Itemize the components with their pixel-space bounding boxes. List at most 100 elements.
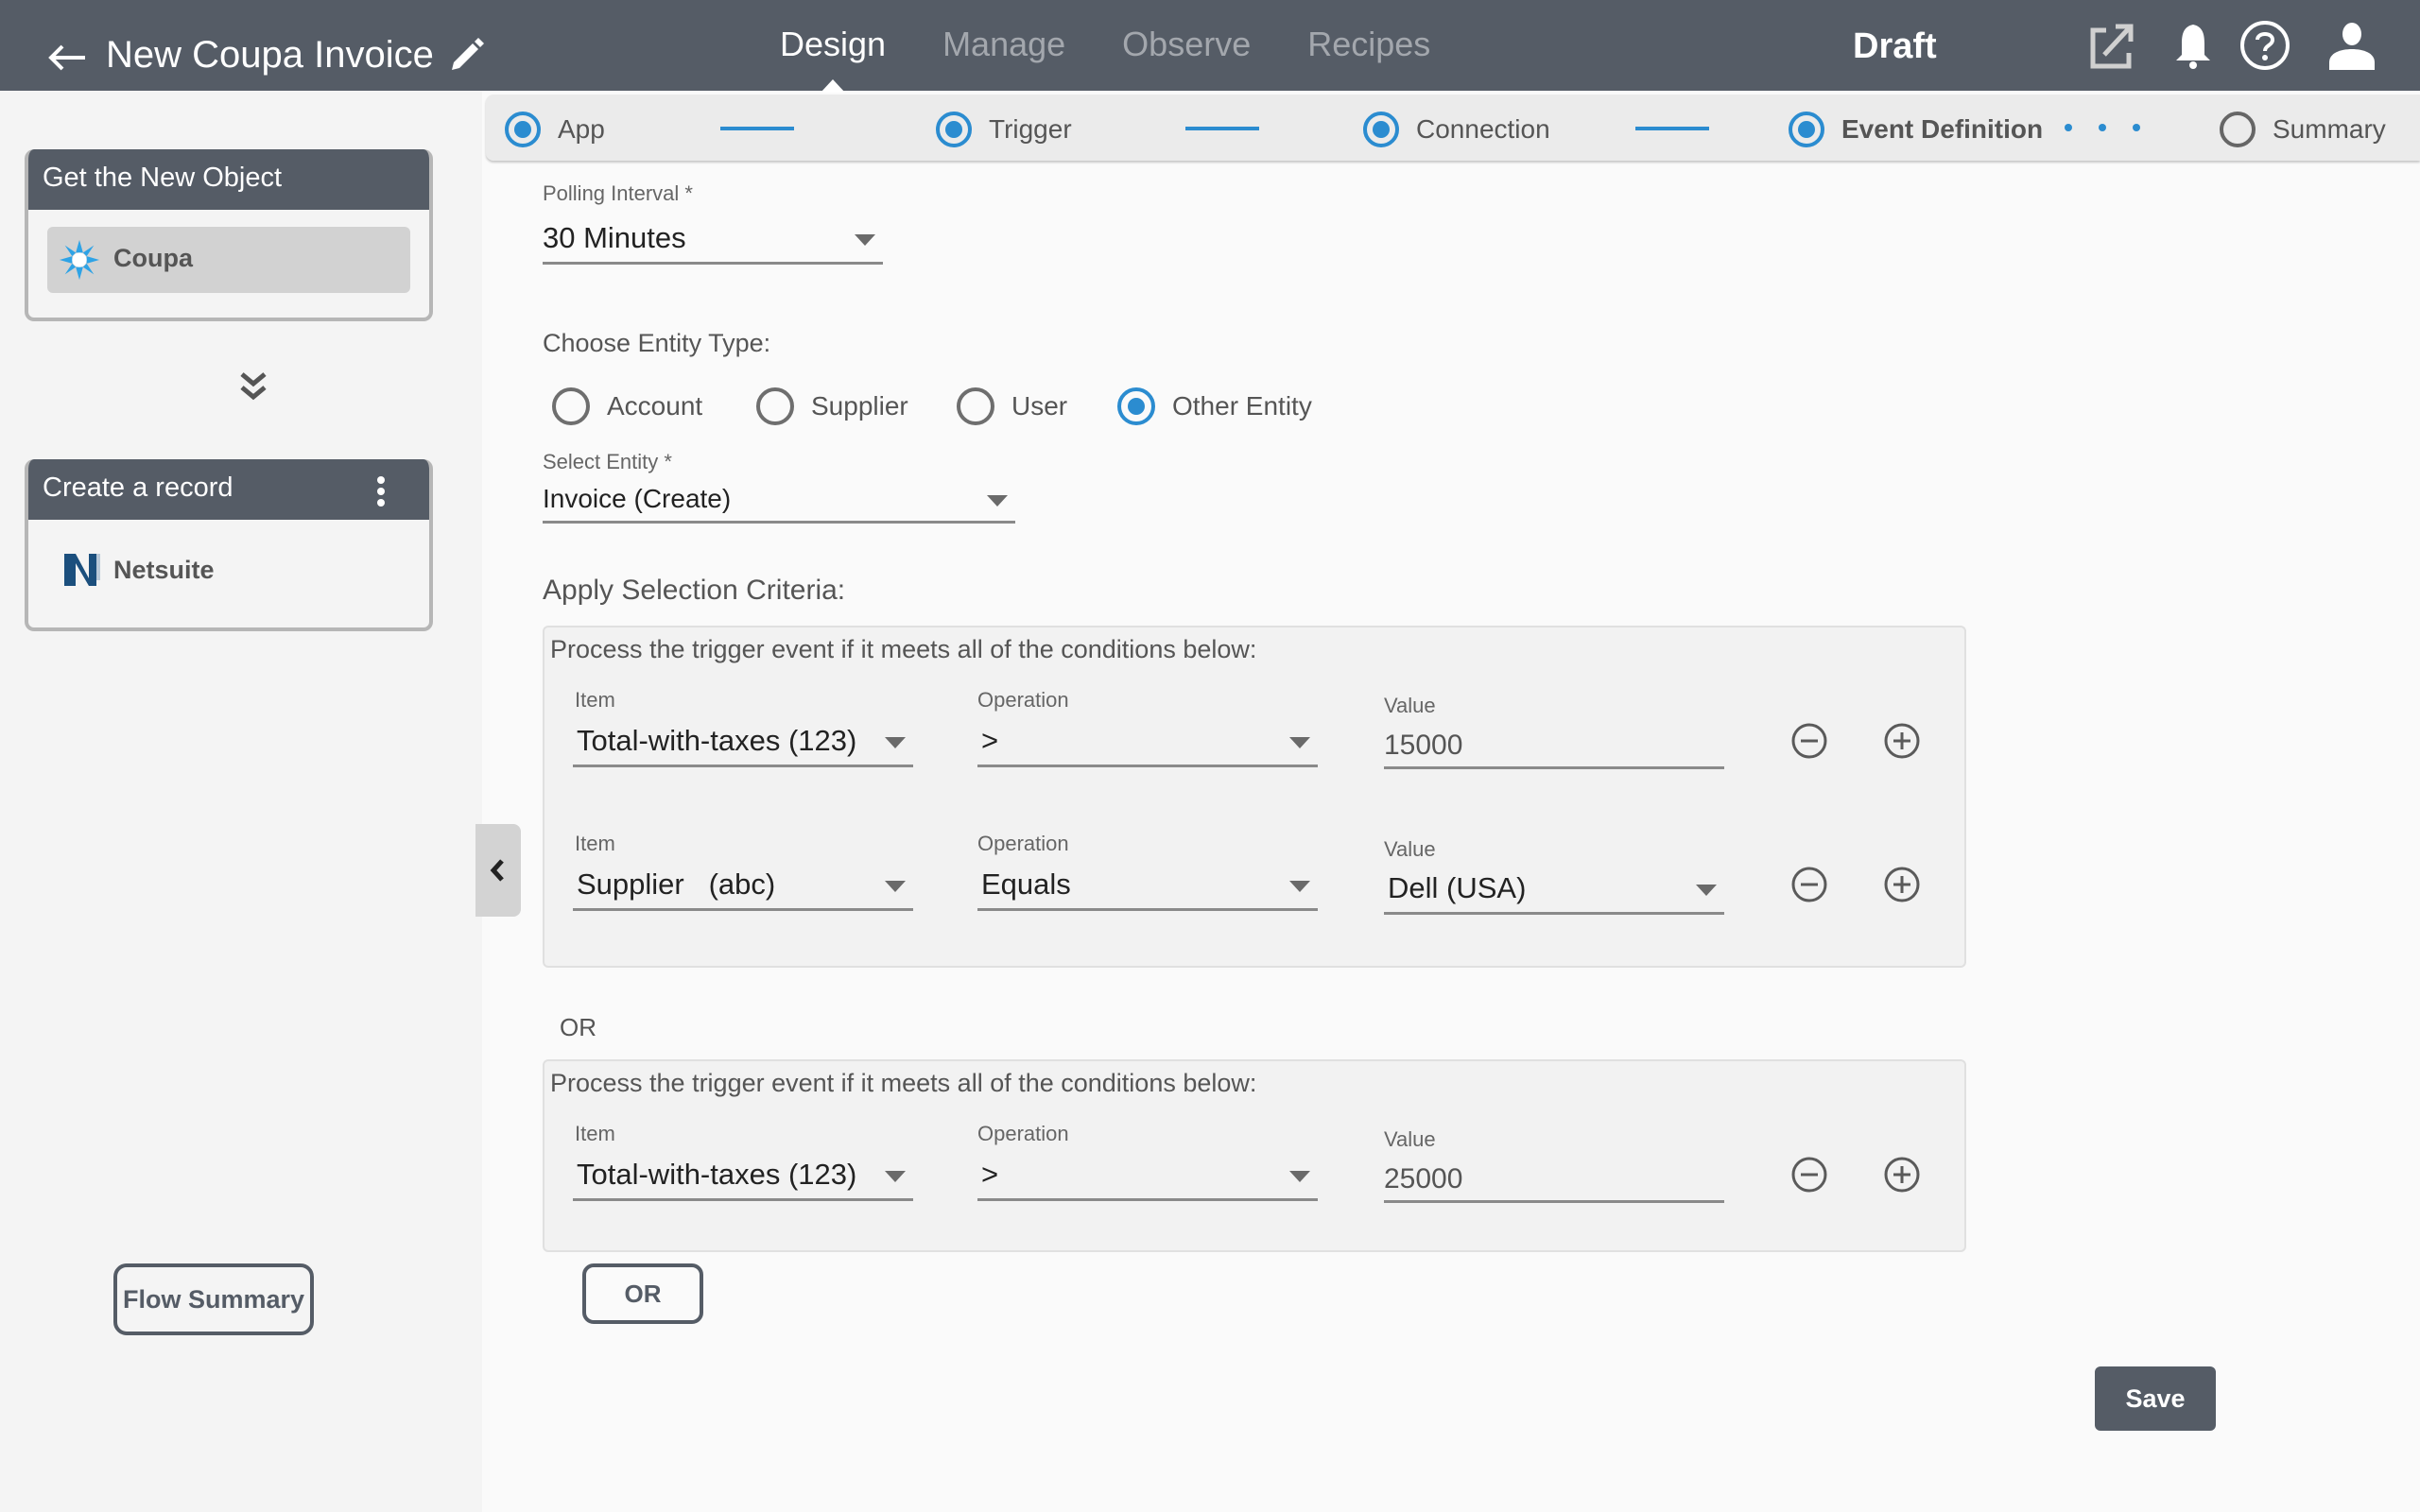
criteria-label: Apply Selection Criteria: (543, 575, 846, 606)
add-condition-icon[interactable] (1883, 866, 1921, 903)
tab-observe[interactable]: Observe (1122, 25, 1251, 64)
item-value: Total-with-taxes (123) (577, 724, 857, 757)
step-label: App (558, 114, 605, 144)
polling-interval-select[interactable]: 30 Minutes (543, 215, 883, 265)
value-text: 25000 (1384, 1163, 1463, 1194)
value-input[interactable]: 25000 (1384, 1156, 1724, 1203)
collapse-sidebar-button[interactable] (475, 824, 521, 917)
main-nav: Design Manage Observe Recipes (780, 25, 1430, 93)
add-or-group-button[interactable]: OR (582, 1263, 703, 1324)
radio-label: User (1011, 391, 1068, 421)
polling-interval-label: Polling Interval * (543, 181, 693, 205)
add-condition-icon[interactable] (1883, 1156, 1921, 1194)
help-icon[interactable] (2238, 19, 2291, 72)
step-label: Event Definition (1841, 114, 2044, 144)
step-connector (720, 127, 794, 130)
value-label: Value (1384, 837, 1436, 861)
remove-condition-icon[interactable] (1790, 1156, 1828, 1194)
double-chevron-down-icon (240, 372, 267, 401)
step-done-icon (1363, 112, 1399, 147)
criteria-group-title: Process the trigger event if it meets al… (550, 1069, 1257, 1097)
or-separator: OR (560, 1013, 596, 1041)
step-connector (1185, 127, 1259, 130)
bell-icon[interactable] (2167, 19, 2220, 72)
caret-down-icon (1289, 1171, 1310, 1182)
tab-design[interactable]: Design (780, 25, 886, 93)
step-label: Connection (1416, 114, 1550, 144)
flow-summary-button[interactable]: Flow Summary (113, 1263, 314, 1335)
flow-sidebar: Get the New Object Coupa Create a record… (0, 91, 482, 1512)
operation-value: Equals (981, 868, 1071, 901)
operation-select[interactable]: Equals (977, 862, 1318, 911)
step-app[interactable]: App (505, 112, 605, 147)
select-entity-select[interactable]: Invoice (Create) (543, 480, 1015, 524)
arrow-left-icon[interactable] (47, 43, 87, 72)
tab-recipes[interactable]: Recipes (1307, 25, 1430, 64)
step-summary[interactable]: Summary (2220, 112, 2386, 147)
operation-label: Operation (977, 688, 1069, 712)
radio-icon (957, 387, 994, 425)
operation-value: > (981, 1158, 999, 1191)
status-badge: Draft (1853, 26, 1937, 66)
save-button[interactable]: Save (2095, 1366, 2216, 1431)
radio-label: Supplier (811, 391, 908, 421)
remove-condition-icon[interactable] (1790, 722, 1828, 760)
criteria-group: Process the trigger event if it meets al… (543, 1059, 1966, 1252)
step-done-icon (505, 112, 541, 147)
caret-down-icon (885, 737, 906, 748)
caret-down-icon (885, 881, 906, 892)
item-select[interactable]: Total-with-taxes (123) (573, 1152, 913, 1201)
item-select[interactable]: Total-with-taxes (123) (573, 718, 913, 767)
radio-icon (552, 387, 590, 425)
item-value: Total-with-taxes (123) (577, 1158, 857, 1191)
radio-selected-icon (1117, 387, 1155, 425)
action-step-card[interactable]: Create a record Netsuite (25, 459, 433, 631)
radio-user[interactable]: User (957, 387, 1067, 425)
radio-account[interactable]: Account (552, 387, 702, 425)
coupa-logo-icon (59, 239, 100, 281)
tab-manage[interactable]: Manage (942, 25, 1065, 64)
connector-name: Netsuite (113, 556, 215, 584)
value-text: 15000 (1384, 730, 1463, 761)
value-label: Value (1384, 1127, 1436, 1151)
step-label: Trigger (989, 114, 1072, 144)
step-connector (1635, 127, 1709, 130)
item-select[interactable]: Supplier (abc) (573, 862, 913, 911)
operation-select[interactable]: > (977, 1152, 1318, 1201)
caret-down-icon (1696, 885, 1717, 896)
radio-supplier[interactable]: Supplier (756, 387, 908, 425)
operation-select[interactable]: > (977, 718, 1318, 767)
value-input[interactable]: 15000 (1384, 722, 1724, 769)
caret-down-icon (1289, 737, 1310, 748)
user-icon[interactable] (2325, 19, 2378, 72)
card-title-text: Create a record (43, 472, 233, 503)
external-link-icon[interactable] (2085, 19, 2138, 72)
step-trigger[interactable]: Trigger (936, 112, 1072, 147)
select-entity-value: Invoice (Create) (543, 484, 732, 513)
item-value: Supplier (abc) (577, 868, 776, 901)
add-condition-icon[interactable] (1883, 722, 1921, 760)
step-done-icon (936, 112, 972, 147)
step-pending-icon (2220, 112, 2256, 147)
operation-value: > (981, 724, 999, 757)
card-title: Get the New Object (28, 149, 429, 210)
criteria-group-title: Process the trigger event if it meets al… (550, 635, 1257, 663)
radio-label: Other Entity (1172, 391, 1312, 421)
step-connection[interactable]: Connection (1363, 112, 1550, 147)
pencil-icon[interactable] (448, 36, 486, 74)
operation-label: Operation (977, 832, 1069, 855)
step-event-definition[interactable]: Event Definition (1789, 112, 2043, 147)
more-vertical-icon[interactable] (376, 476, 386, 507)
polling-interval-value: 30 Minutes (543, 221, 686, 254)
connector-coupa[interactable]: Coupa (47, 227, 410, 293)
value-select[interactable]: Dell (USA) (1384, 866, 1724, 915)
radio-icon (756, 387, 794, 425)
caret-down-icon (987, 495, 1008, 507)
item-label: Item (575, 832, 615, 855)
remove-condition-icon[interactable] (1790, 866, 1828, 903)
wizard-stepper: App Trigger Connection Event Definition … (486, 94, 2420, 161)
trigger-step-card[interactable]: Get the New Object Coupa (25, 149, 433, 321)
netsuite-logo-icon (64, 554, 100, 586)
radio-other-entity[interactable]: Other Entity (1117, 387, 1312, 425)
item-label: Item (575, 688, 615, 712)
